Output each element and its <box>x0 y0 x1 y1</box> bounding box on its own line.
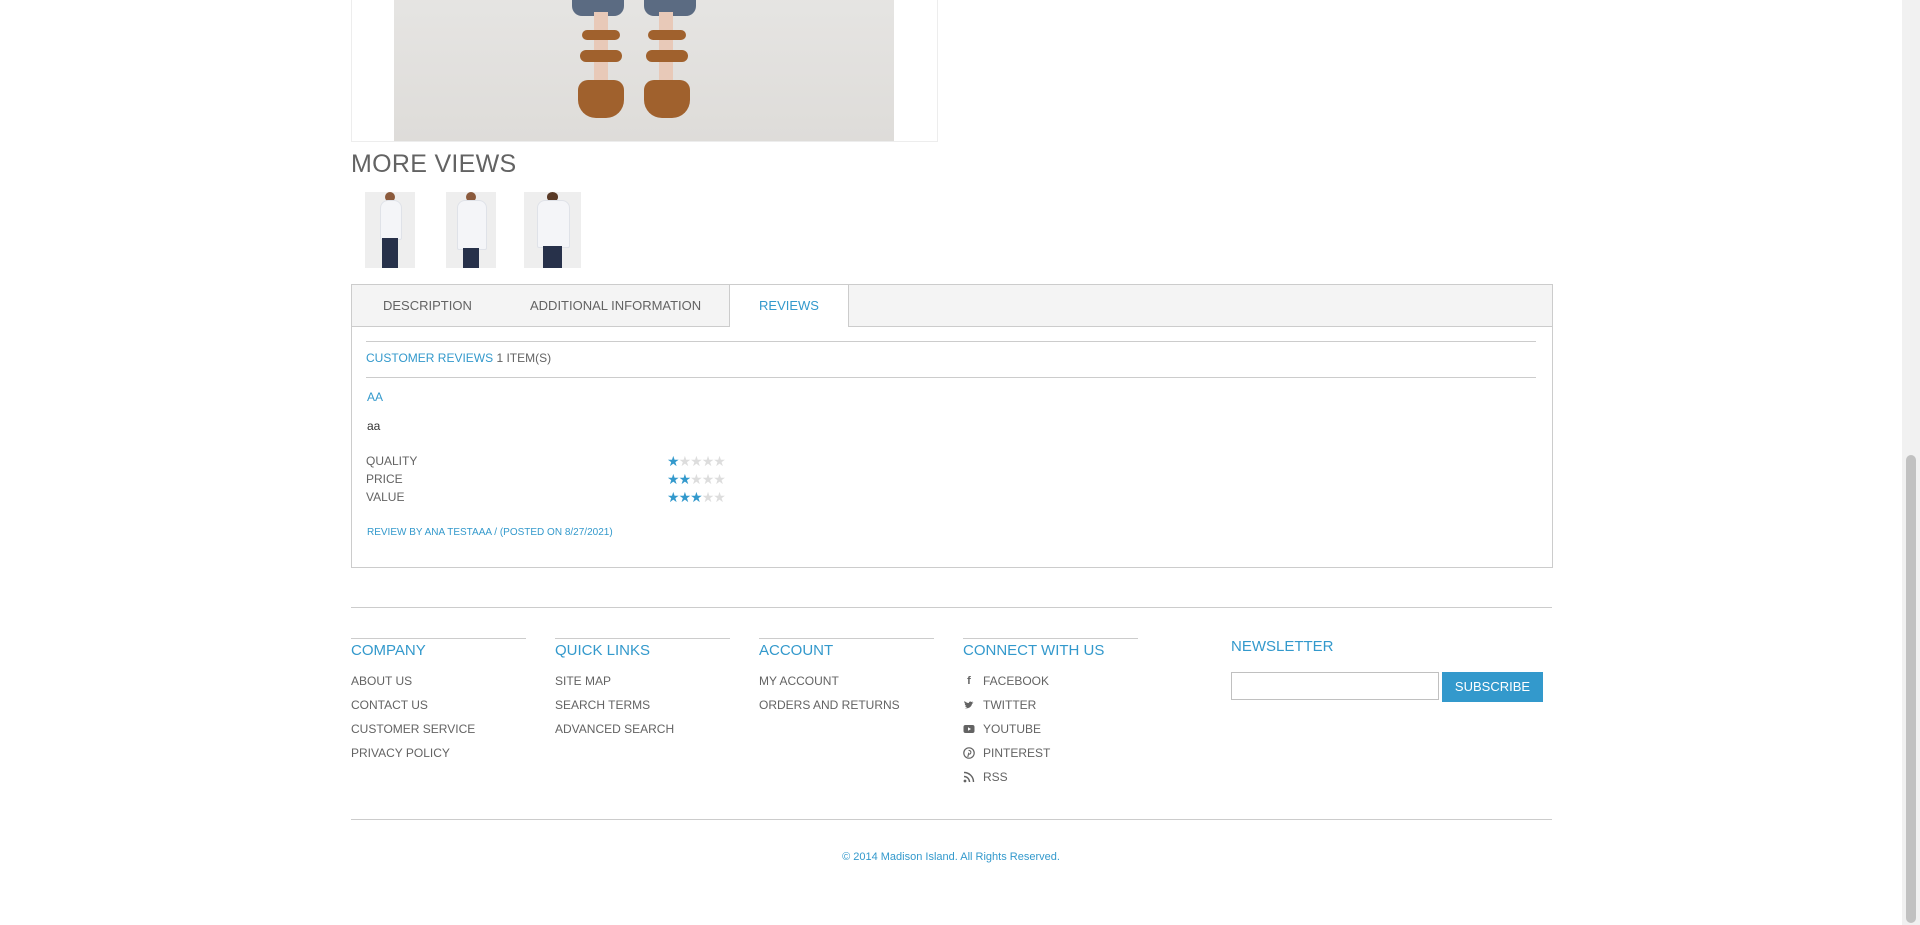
star-empty-icon: ★ <box>713 489 726 505</box>
newsletter-email-input[interactable] <box>1231 672 1439 700</box>
page: MORE VIEWS DESCRIPTION ADDITIONAL INFORM… <box>0 0 1902 925</box>
footer-column-rule <box>963 638 1138 639</box>
twitter-icon <box>963 699 975 711</box>
facebook-icon: f <box>967 675 971 687</box>
star-filled-icon: ★ <box>678 471 692 487</box>
youtube-icon <box>963 723 975 735</box>
footer-title-account: ACCOUNT <box>759 642 834 659</box>
footer-top-divider <box>351 607 1552 608</box>
star-filled-icon: ★ <box>667 471 680 487</box>
newsletter-title: NEWSLETTER <box>1231 638 1334 655</box>
footer-link-rss[interactable]: RSS <box>983 770 1008 784</box>
star-filled-icon: ★ <box>667 489 680 505</box>
product-tabs: DESCRIPTION ADDITIONAL INFORMATION REVIE… <box>351 284 1553 568</box>
main-product-image[interactable] <box>394 0 894 141</box>
star-empty-icon: ★ <box>701 453 715 469</box>
star-filled-icon: ★ <box>678 489 692 505</box>
footer-link-customer-service[interactable]: CUSTOMER SERVICE <box>351 722 475 736</box>
page-scrollbar[interactable] <box>1902 0 1920 925</box>
tab-bar: DESCRIPTION ADDITIONAL INFORMATION REVIE… <box>352 285 1552 327</box>
customer-reviews-link[interactable]: CUSTOMER REVIEWS <box>366 351 493 365</box>
pinterest-icon <box>963 747 975 759</box>
copyright-text: © 2014 Madison Island. All Rights Reserv… <box>842 851 1060 863</box>
footer-column-rule <box>759 638 934 639</box>
rating-label-price: PRICE <box>366 472 403 486</box>
footer-link-contact-us[interactable]: CONTACT US <box>351 698 428 712</box>
star-filled-icon: ★ <box>690 489 703 505</box>
tab-reviews[interactable]: REVIEWS <box>729 285 849 327</box>
footer-link-privacy-policy[interactable]: PRIVACY POLICY <box>351 746 450 760</box>
footer-link-pinterest[interactable]: PINTEREST <box>983 746 1050 760</box>
footer-column-rule <box>555 638 730 639</box>
rating-stars-value: ★★★★★ <box>667 489 726 505</box>
more-views-title: MORE VIEWS <box>351 150 517 178</box>
star-empty-icon: ★ <box>678 453 692 469</box>
review-byline: REVIEW BY ANA TESTAAA / (POSTED ON 8/27/… <box>367 527 613 538</box>
footer-link-my-account[interactable]: MY ACCOUNT <box>759 674 839 688</box>
footer-link-twitter[interactable]: TWITTER <box>983 698 1036 712</box>
star-empty-icon: ★ <box>713 453 726 469</box>
product-thumbnail-2[interactable] <box>446 192 496 268</box>
star-empty-icon: ★ <box>701 471 715 487</box>
rss-icon <box>963 771 975 783</box>
scrollbar-thumb[interactable] <box>1906 455 1916 923</box>
footer-column-rule <box>351 638 526 639</box>
star-empty-icon: ★ <box>713 471 726 487</box>
footer-link-advanced-search[interactable]: ADVANCED SEARCH <box>555 722 674 736</box>
star-empty-icon: ★ <box>701 489 715 505</box>
main-product-image-frame <box>351 0 938 142</box>
star-empty-icon: ★ <box>690 453 703 469</box>
rating-label-value: VALUE <box>366 490 405 504</box>
tab-description[interactable]: DESCRIPTION <box>383 285 472 326</box>
footer-bottom-divider <box>351 819 1552 820</box>
review-title[interactable]: AA <box>367 390 383 404</box>
review-text: aa <box>367 419 381 433</box>
footer-link-site-map[interactable]: SITE MAP <box>555 674 611 688</box>
footer-title-connect: CONNECT WITH US <box>963 642 1105 659</box>
product-thumbnail-3[interactable] <box>524 192 581 268</box>
star-empty-icon: ★ <box>690 471 703 487</box>
footer-title-quick-links: QUICK LINKS <box>555 642 651 659</box>
subscribe-button[interactable]: SUBSCRIBE <box>1442 672 1543 702</box>
tab-additional-information[interactable]: ADDITIONAL INFORMATION <box>530 285 701 326</box>
rating-label-quality: QUALITY <box>366 454 418 468</box>
rating-stars-price: ★★★★★ <box>667 471 726 487</box>
divider <box>366 341 1536 342</box>
review-count: 1 ITEM(S) <box>496 351 552 365</box>
footer-link-orders-and-returns[interactable]: ORDERS AND RETURNS <box>759 698 900 712</box>
footer-link-facebook[interactable]: FACEBOOK <box>983 674 1049 688</box>
rating-stars-quality: ★★★★★ <box>667 453 726 469</box>
footer-link-youtube[interactable]: YOUTUBE <box>983 722 1041 736</box>
footer-title-company: COMPANY <box>351 642 426 659</box>
star-filled-icon: ★ <box>667 453 680 469</box>
footer-link-search-terms[interactable]: SEARCH TERMS <box>555 698 650 712</box>
product-thumbnail-1[interactable] <box>365 192 415 268</box>
customer-reviews-header: CUSTOMER REVIEWS 1 ITEM(S) <box>366 351 551 365</box>
divider <box>366 377 1536 378</box>
footer-link-about-us[interactable]: ABOUT US <box>351 674 412 688</box>
